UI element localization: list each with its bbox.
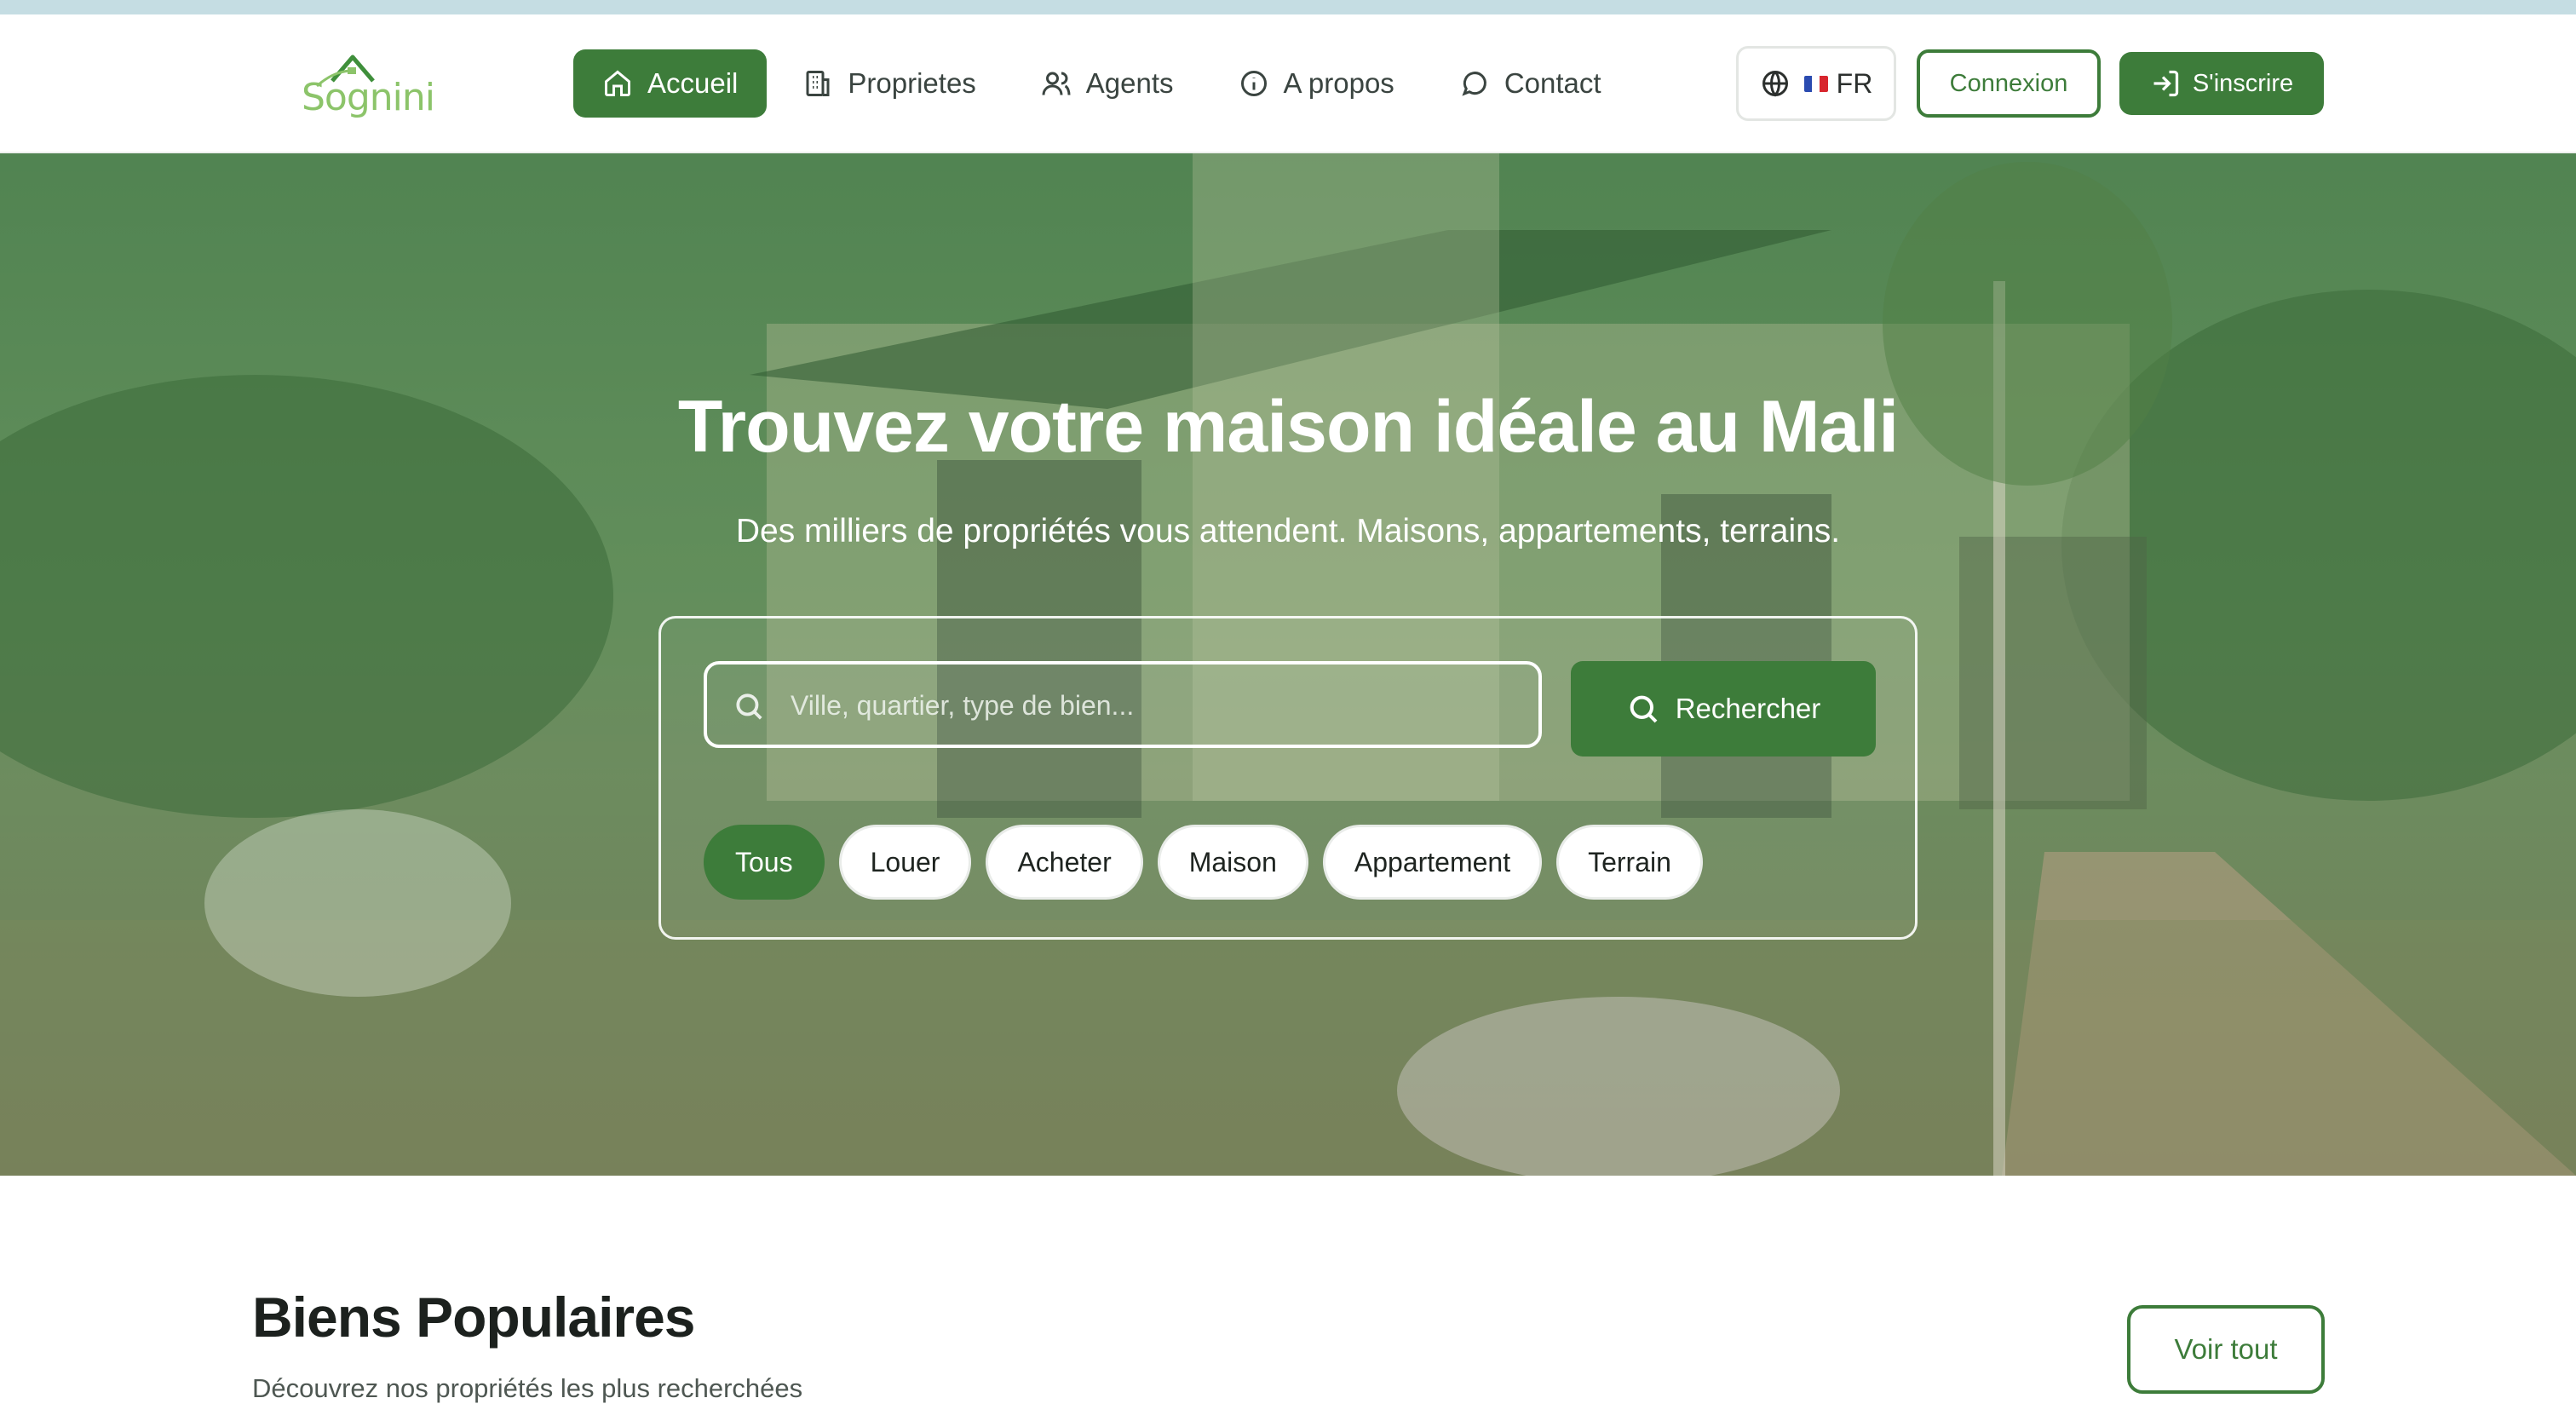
view-all-button[interactable]: Voir tout — [2127, 1305, 2325, 1394]
top-accent-strip — [0, 0, 2576, 14]
login-arrow-icon — [2153, 70, 2178, 97]
nav-item-proprietes[interactable]: Proprietes — [773, 49, 1004, 118]
search-input[interactable] — [791, 682, 1523, 729]
nav-item-label: Accueil — [647, 67, 739, 99]
login-button[interactable]: Connexion — [1917, 49, 2101, 118]
hero-title: Trouvez votre maison idéale au Mali — [677, 386, 1899, 468]
building-icon — [806, 71, 830, 96]
filter-chips: Tous Louer Acheter Maison Appartement Te… — [704, 825, 1717, 900]
nav-item-label: A propos — [1283, 67, 1394, 99]
users-icon — [1042, 72, 1071, 95]
search-panel: Rechercher Tous Louer Acheter Maison App… — [658, 616, 1918, 940]
filter-chip-appartement[interactable]: Appartement — [1322, 825, 1543, 900]
signup-button-label: S'inscrire — [2192, 69, 2294, 97]
globe-icon — [1762, 71, 1788, 97]
filter-chip-louer[interactable]: Louer — [838, 825, 972, 900]
section-title: Biens Populaires — [252, 1286, 696, 1349]
view-all-label: Voir tout — [2174, 1333, 2278, 1365]
hero-subtitle: Des milliers de propriétés vous attenden… — [735, 513, 1841, 549]
search-icon — [736, 693, 762, 720]
brand-logo[interactable]: Sognini — [300, 37, 436, 130]
filter-chip-terrain[interactable]: Terrain — [1556, 825, 1703, 900]
signup-button[interactable]: S'inscrire — [2119, 52, 2324, 115]
filter-chip-maison[interactable]: Maison — [1157, 825, 1308, 900]
nav-item-label: Contact — [1504, 67, 1601, 99]
language-code: FR — [1836, 67, 1873, 99]
nav-item-label: Proprietes — [848, 67, 976, 99]
search-button[interactable]: Rechercher — [1571, 661, 1876, 757]
brand-name: Sognini — [302, 76, 435, 119]
info-icon — [1240, 71, 1267, 96]
search-button-label: Rechercher — [1675, 693, 1821, 724]
filter-chip-acheter[interactable]: Acheter — [986, 825, 1143, 900]
brand-name-text: Sognini — [302, 76, 435, 119]
chat-icon — [1462, 72, 1486, 96]
filter-chip-tous[interactable]: Tous — [704, 825, 825, 900]
nav-item-contact[interactable]: Contact — [1430, 49, 1630, 118]
hero-banner: Trouvez votre maison idéale au Mali Des … — [0, 153, 2576, 1176]
search-field[interactable] — [704, 661, 1542, 748]
main-nav: Accueil Proprietes Agents A propos Conta… — [573, 49, 1637, 118]
nav-item-agents[interactable]: Agents — [1012, 49, 1203, 118]
section-subtitle: Découvrez nos propriétés les plus recher… — [252, 1373, 803, 1403]
search-icon — [1630, 695, 1658, 723]
nav-item-a-propos[interactable]: A propos — [1210, 49, 1423, 118]
nav-item-accueil[interactable]: Accueil — [573, 49, 768, 118]
language-selector[interactable]: FR — [1736, 46, 1896, 121]
login-button-label: Connexion — [1949, 69, 2068, 97]
nav-item-label: Agents — [1085, 67, 1174, 99]
navbar: Sognini Accueil Proprietes Agents A prop… — [0, 14, 2576, 153]
home-icon — [605, 70, 630, 96]
france-flag-icon — [1803, 75, 1828, 92]
